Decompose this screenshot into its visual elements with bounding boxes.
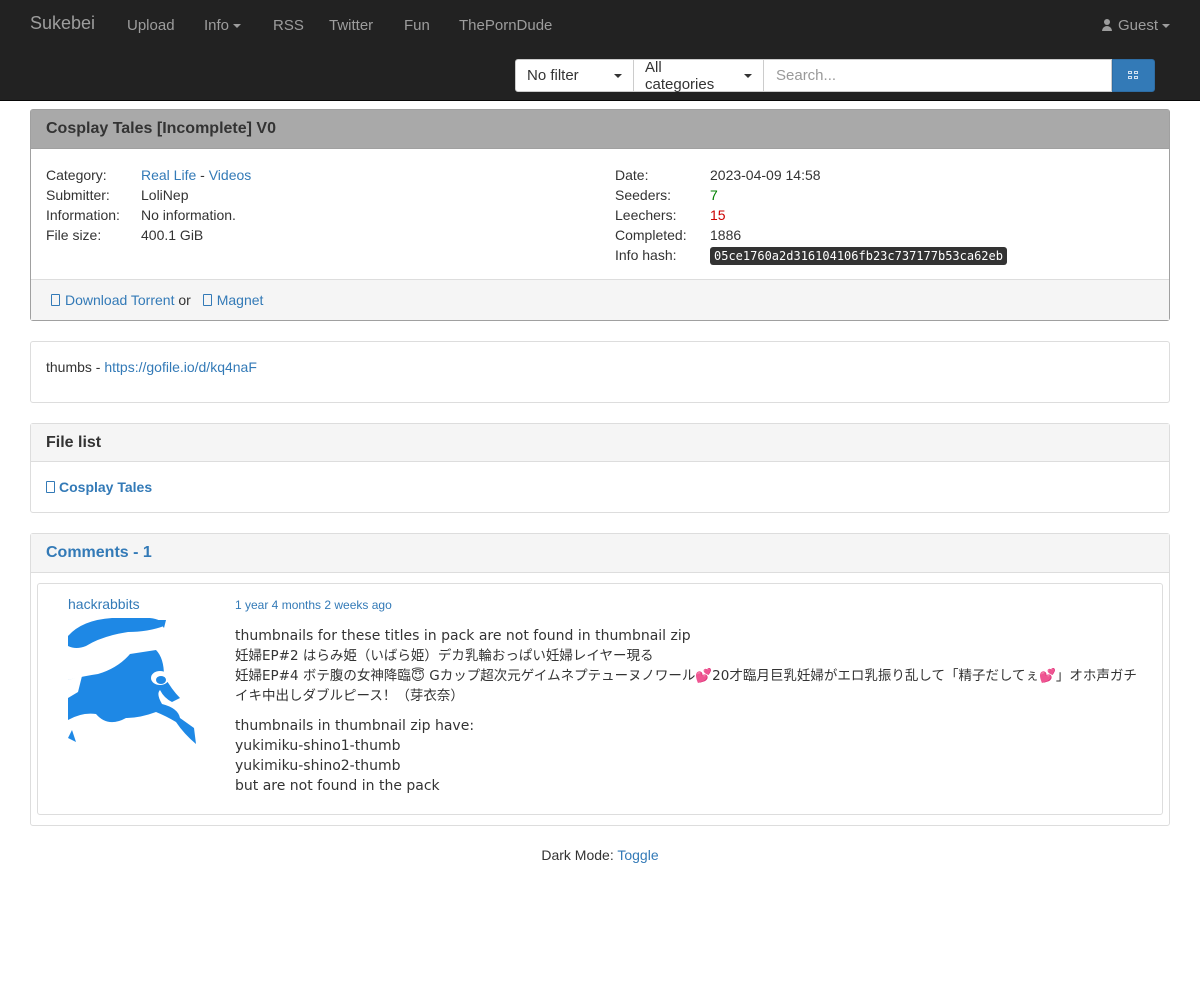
torrent-panel: Cosplay Tales [Incomplete] V0 Category: … [30, 109, 1170, 321]
file-list-panel: File list Cosplay Tales [30, 423, 1170, 513]
leechers-value: 15 [710, 207, 726, 223]
nav-fun[interactable]: Fun [404, 17, 430, 34]
nav-theporndude[interactable]: ThePornDude [459, 17, 552, 34]
filter-select[interactable]: No filter [515, 59, 634, 92]
magnet-link[interactable]: Magnet [217, 292, 264, 308]
info-hash-value[interactable]: 05ce1760a2d316104106fb23c737177b53ca62eb [710, 245, 1007, 266]
caret-down-icon [744, 73, 752, 78]
submitter-link[interactable]: LoliNep [141, 185, 188, 205]
comment-line: but are not found in the pack [235, 778, 440, 794]
info-hash-label: Info hash: [615, 247, 677, 263]
nav-info-dropdown[interactable]: Info [204, 17, 242, 34]
comment-line: thumbnails in thumbnail zip have: [235, 718, 475, 734]
completed-value: 1886 [710, 227, 742, 243]
nav-upload[interactable]: Upload [127, 17, 175, 34]
comments-heading: Comments - 1 [31, 534, 1169, 573]
comments-panel: Comments - 1 hackrabbits 1 year 4 months… [30, 533, 1170, 826]
category-select[interactable]: All categories [634, 58, 764, 93]
folder-name: Cosplay Tales [59, 479, 153, 495]
caret-down-icon [1162, 24, 1170, 29]
caret-down-icon [614, 73, 622, 78]
magnet-icon [202, 294, 212, 306]
footer: Dark Mode: Toggle [0, 847, 1200, 863]
dark-mode-label: Dark Mode: [541, 847, 618, 863]
seeders-value: 7 [710, 187, 718, 203]
search-icon [1128, 71, 1139, 80]
description-body: thumbs - https://gofile.io/d/kq4naF [31, 342, 1169, 392]
seeders-label: Seeders: [615, 187, 672, 203]
search-input[interactable] [764, 59, 1112, 92]
category-main-link[interactable]: Real Life [141, 167, 196, 183]
nav-rss[interactable]: RSS [273, 17, 304, 34]
search-button[interactable] [1112, 59, 1155, 92]
comment-item: hackrabbits 1 year 4 months 2 weeks ago … [37, 583, 1163, 815]
folder-icon [46, 481, 55, 493]
nav-info-label: Info [204, 17, 230, 34]
description-prefix: thumbs - [46, 359, 105, 375]
information-label: Information: [46, 207, 120, 223]
or-text: or [174, 292, 195, 308]
download-icon [51, 294, 60, 306]
caret-down-icon [233, 24, 242, 29]
folder-item[interactable]: Cosplay Tales [46, 479, 152, 495]
download-footer: Download Torrent or Magnet [31, 279, 1169, 320]
information-value: No information. [141, 207, 236, 223]
submitter-label: Submitter: [46, 187, 110, 203]
file-size-value: 400.1 GiB [141, 227, 204, 243]
file-list-title: File list [46, 433, 102, 451]
torrent-heading: Cosplay Tales [Incomplete] V0 [31, 110, 1169, 149]
comment-line: イキ中出しダブルピース！（芽衣奈） [235, 688, 464, 704]
navbar: Sukebei Upload Info RSS Twitter Fun TheP… [0, 0, 1200, 101]
comment-line: yukimiku-shino2-thumb [235, 758, 401, 774]
date-value: 2023-04-09 14:58 [710, 167, 821, 183]
download-torrent-link[interactable]: Download Torrent [65, 292, 174, 308]
leechers-label: Leechers: [615, 207, 677, 223]
category-label: Category: [46, 167, 107, 183]
file-size-label: File size: [46, 227, 102, 243]
comment-line: 妊婦EP#4 ボテ腹の女神降臨😇 Gカップ超次元ゲイムネプテューヌノワール💕20… [235, 668, 1137, 684]
completed-label: Completed: [615, 227, 687, 243]
torrent-title: Cosplay Tales [Incomplete] V0 [46, 120, 276, 137]
info-hash-code[interactable]: 05ce1760a2d316104106fb23c737177b53ca62eb [710, 247, 1007, 265]
search-form: No filter All categories [515, 58, 1155, 93]
comment-paragraph: thumbnails for these titles in pack are … [235, 626, 1150, 706]
comment-user-link[interactable]: hackrabbits [68, 596, 140, 612]
category-value: All categories [645, 58, 715, 93]
comment-line: 妊婦EP#2 はらみ姫（いばら姫）デカ乳輪おっぱい妊婦レイヤー現る [235, 648, 654, 664]
category-separator: - [196, 167, 209, 183]
nav-twitter[interactable]: Twitter [329, 17, 373, 34]
file-list-heading: File list [31, 424, 1169, 462]
comment-line: thumbnails for these titles in pack are … [235, 628, 691, 644]
user-icon [1101, 19, 1112, 31]
category-value: Real Life - Videos [141, 165, 251, 185]
filter-value: No filter [527, 67, 579, 84]
category-sub-link[interactable]: Videos [209, 167, 252, 183]
dark-mode-toggle[interactable]: Toggle [617, 847, 658, 863]
description-panel: thumbs - https://gofile.io/d/kq4naF [30, 341, 1170, 403]
comment-paragraph: thumbnails in thumbnail zip have: yukimi… [235, 716, 1150, 796]
user-dropdown[interactable]: Guest [1101, 17, 1170, 34]
user-avatar [68, 618, 196, 744]
comments-title[interactable]: Comments - 1 [46, 544, 152, 562]
comment-body: thumbnails for these titles in pack are … [235, 626, 1150, 806]
comment-timestamp[interactable]: 1 year 4 months 2 weeks ago [235, 598, 392, 612]
user-label: Guest [1117, 17, 1158, 34]
description-link[interactable]: https://gofile.io/d/kq4naF [104, 359, 257, 375]
date-label: Date: [615, 167, 649, 183]
brand-link[interactable]: Sukebei [30, 13, 95, 34]
comment-line: yukimiku-shino1-thumb [235, 738, 401, 754]
